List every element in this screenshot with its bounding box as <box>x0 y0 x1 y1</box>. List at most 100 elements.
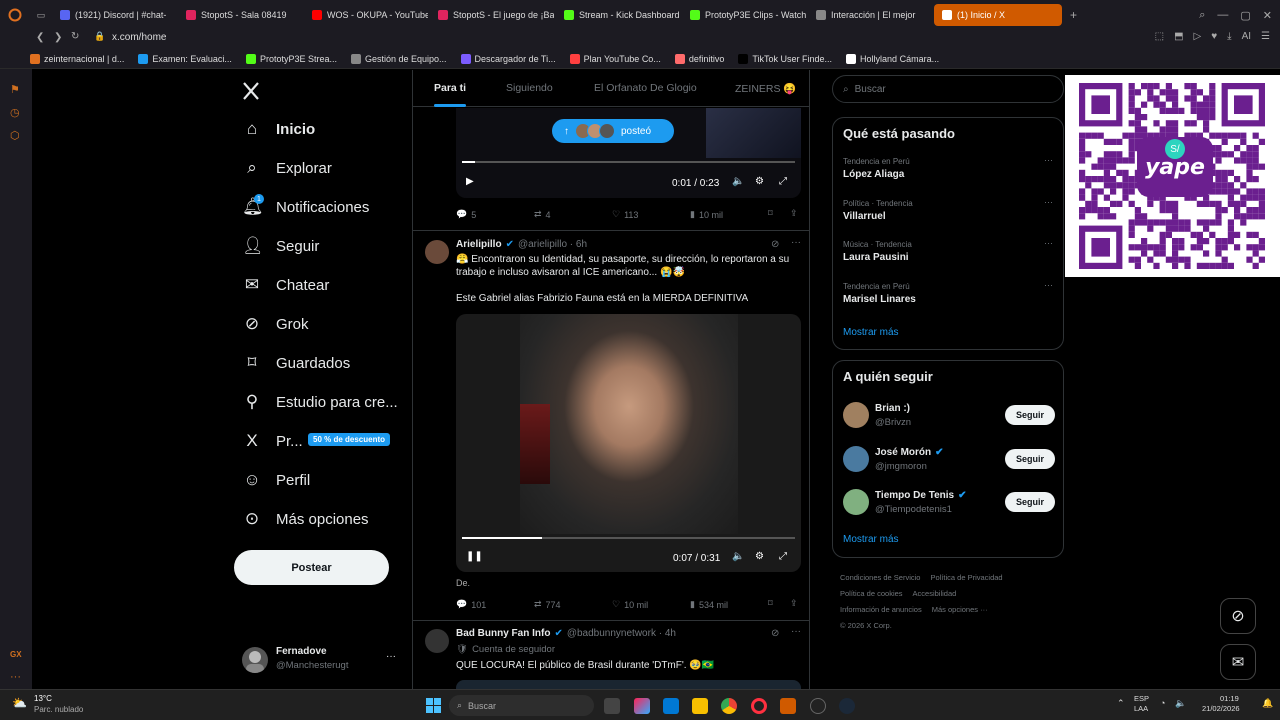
grok-icon[interactable]: ⊘ <box>771 239 779 250</box>
nav-item-seguir[interactable]: 👤︎ Seguir <box>242 236 319 256</box>
footer-link[interactable]: Política de Privacidad <box>930 573 1002 582</box>
tab-siguiendo[interactable]: Siguiendo <box>506 82 553 94</box>
author-name[interactable]: Arielipillo <box>456 239 502 250</box>
browser-tab[interactable]: (1) Inicio / X <box>934 4 1062 26</box>
nav-item-perfil[interactable]: ☺ Perfil <box>242 470 310 490</box>
gx-extensions-icon[interactable]: ⬡ <box>10 129 22 142</box>
player-icon[interactable]: ▷ <box>1194 31 1202 42</box>
fullscreen-icon[interactable]: ⤢ <box>779 176 787 187</box>
account-switcher[interactable]: Fernadove @Manchesterugt ··· <box>242 645 402 675</box>
new-tab-icon[interactable]: + <box>1070 8 1077 22</box>
like-button[interactable]: ♡ 113 <box>612 209 638 220</box>
share-icon[interactable]: ⇪ <box>790 598 798 609</box>
reply-button[interactable]: 💬 101 <box>456 599 486 610</box>
tray-chevron-icon[interactable]: ⌃ <box>1117 698 1125 709</box>
obs-icon[interactable] <box>810 698 826 714</box>
download-icon[interactable]: ⤓ <box>1227 31 1231 42</box>
bookmark-item[interactable]: definitivo <box>674 54 724 64</box>
gx-logo-icon[interactable]: GX <box>10 650 22 662</box>
bookmark-item[interactable]: Plan YouTube Co... <box>569 54 661 64</box>
nav-item-más-opciones[interactable]: ⊙ Más opciones <box>242 509 369 529</box>
bookmark-item[interactable]: Hollyland Cámara... <box>846 54 939 64</box>
close-icon[interactable]: ✕ <box>1263 9 1272 22</box>
weather-icon[interactable]: ⛅ <box>12 696 27 710</box>
browser-tab[interactable]: StopotS - Sala 08419 <box>178 4 302 26</box>
show-more-link[interactable]: Mostrar más <box>843 327 899 338</box>
new-posts-pill[interactable]: ↑ posteó <box>552 119 674 143</box>
fullscreen-icon[interactable]: ⤢ <box>779 551 787 562</box>
trend-more-icon[interactable]: ··· <box>1044 280 1053 290</box>
reply-button[interactable]: 💬 5 <box>456 209 476 220</box>
nav-item-grok[interactable]: ⊘ Grok <box>242 314 309 334</box>
bookmark-item[interactable]: PrototyP3E Strea... <box>245 54 337 64</box>
avatar[interactable] <box>425 240 449 264</box>
task-view-icon[interactable] <box>604 698 620 714</box>
grok-icon[interactable]: ⊘ <box>771 628 779 639</box>
bookmark-icon[interactable]: ⌑ <box>768 208 773 219</box>
snapshot-icon[interactable]: ⬒ <box>1174 31 1183 42</box>
account-more-icon[interactable]: ··· <box>386 651 396 662</box>
maximize-icon[interactable]: ▢ <box>1240 9 1250 22</box>
tab-menu-icon[interactable]: ▭ <box>30 10 52 21</box>
premium-discount-badge[interactable]: 50 % de descuento <box>308 433 391 446</box>
bookmark-item[interactable]: zeinternacional | d... <box>30 54 124 64</box>
lang-indicator[interactable]: ESP <box>1134 694 1149 703</box>
settings-icon[interactable]: ⚙ <box>755 551 764 562</box>
chrome-icon[interactable] <box>721 698 737 714</box>
follow-button[interactable]: Seguir <box>1005 492 1055 512</box>
back-icon[interactable]: ❮ <box>36 32 44 43</box>
bookmark-item[interactable]: Examen: Evaluaci... <box>138 54 232 64</box>
copilot-icon[interactable] <box>634 698 650 714</box>
trend-item[interactable]: Tendencia en Perú López Aliaga ··· <box>843 155 1053 180</box>
footer-link[interactable]: Política de cookies <box>840 589 903 598</box>
url-field[interactable]: x.com/home <box>112 32 166 43</box>
trend-more-icon[interactable]: ··· <box>1044 197 1053 207</box>
nav-item-estudio-para-cre[interactable]: ⚲ Estudio para cre... <box>242 392 398 412</box>
nav-item-chatear[interactable]: ✉ Chatear <box>242 275 330 295</box>
bookmark-item[interactable]: TikTok User Finde... <box>738 54 832 64</box>
author-name[interactable]: Bad Bunny Fan Info <box>456 628 550 639</box>
play-icon[interactable]: ▶ <box>466 176 474 187</box>
show-more-link[interactable]: Mostrar más <box>843 534 899 545</box>
browser-tab[interactable]: Interacción | El mejor <box>808 4 932 26</box>
gx-more-icon[interactable]: ··· <box>10 671 22 683</box>
reload-icon[interactable]: ↻ <box>71 31 79 42</box>
network-icon[interactable]: ◔ <box>1160 698 1165 708</box>
notification-icon[interactable]: 🔔 <box>1262 698 1273 709</box>
steam-icon[interactable] <box>839 698 855 714</box>
avatar[interactable] <box>425 629 449 653</box>
minimize-icon[interactable]: — <box>1217 9 1228 22</box>
extension-icon[interactable]: ⬚ <box>1155 31 1164 42</box>
tab-para-ti[interactable]: Para ti <box>434 82 466 94</box>
trend-item[interactable]: Política · Tendencia Villarruel ··· <box>843 197 1053 222</box>
grok-float-icon[interactable]: ⊘ <box>1220 598 1256 634</box>
app-icon[interactable] <box>780 698 796 714</box>
footer-link[interactable]: Condiciones de Servicio <box>840 573 920 582</box>
volume-icon[interactable]: 🔈 <box>732 176 744 187</box>
trend-more-icon[interactable]: ··· <box>1044 238 1053 248</box>
opera-logo-icon[interactable] <box>0 8 30 22</box>
taskbar-search[interactable]: ⌕ Buscar <box>449 695 594 716</box>
more-icon[interactable]: ··· <box>791 237 801 248</box>
follow-suggestion[interactable]: Tiempo De Tenis ✔ @Tiempodetenis1 Seguir <box>833 486 1065 522</box>
nav-item-pr[interactable]: X Pr... <box>242 431 302 451</box>
nav-item-guardados[interactable]: ⌑ Guardados <box>242 353 351 373</box>
like-button[interactable]: ♡ 10 mil <box>612 599 648 610</box>
nav-item-explorar[interactable]: ⌕ Explorar <box>242 158 332 178</box>
messages-float-icon[interactable]: ✉ <box>1220 644 1256 680</box>
search-tabs-icon[interactable]: ⌕ <box>1199 9 1205 22</box>
browser-tab[interactable]: (1921) Discord | #chat- <box>52 4 176 26</box>
repost-button[interactable]: ⇄ 4 <box>534 209 551 220</box>
progress-track[interactable] <box>462 161 795 163</box>
bookmark-item[interactable]: Gestión de Equipo... <box>350 54 447 64</box>
browser-tab[interactable]: StopotS - El juego de ¡Bas <box>430 4 554 26</box>
x-logo-icon[interactable] <box>242 82 260 100</box>
heart-icon[interactable]: ♥ <box>1211 31 1217 42</box>
footer-link[interactable]: Más opciones ··· <box>932 605 988 614</box>
browser-tab[interactable]: PrototyP3E Clips - Watch <box>682 4 806 26</box>
windows-start-icon[interactable] <box>426 698 441 713</box>
author-handle[interactable]: @badbunnynetwork · 4h <box>567 628 676 639</box>
gx-pin-icon[interactable]: ⚑ <box>10 83 22 96</box>
pause-icon[interactable]: ❚❚ <box>466 551 483 562</box>
repost-button[interactable]: ⇄ 774 <box>534 599 561 610</box>
